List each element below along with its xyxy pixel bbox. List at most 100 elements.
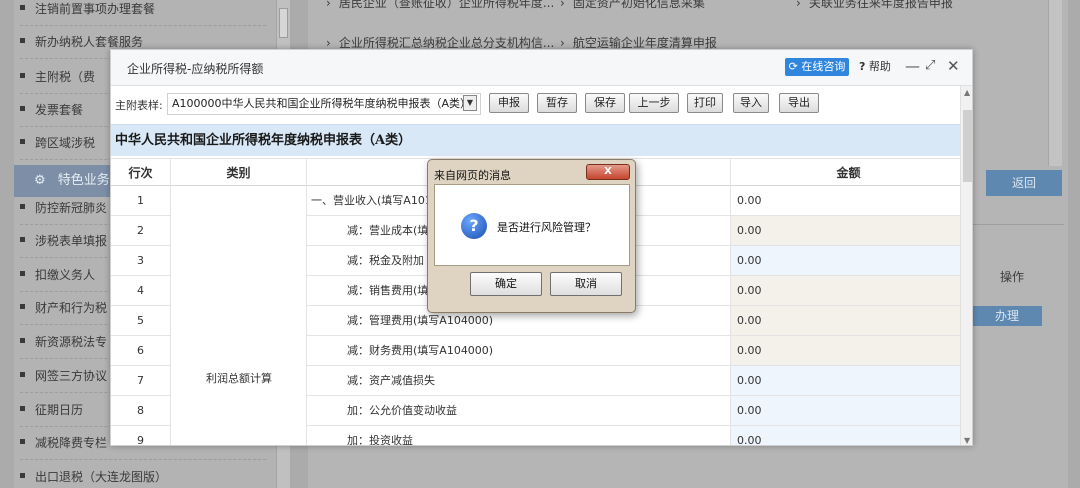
special-icon: ⚙ bbox=[34, 173, 46, 188]
sidebar-item-label: 出口退税（大连龙图版） bbox=[35, 470, 168, 484]
amount-input[interactable]: 0.00 bbox=[731, 396, 960, 426]
maximize-icon[interactable]: ⤢ bbox=[925, 56, 935, 76]
temp-save-button[interactable]: 暂存 bbox=[537, 93, 577, 113]
row-item-name: 减：财务费用(填写A104000) bbox=[307, 336, 731, 366]
form-select[interactable]: A100000中华人民共和国企业所得税年度纳税申报表（A类） bbox=[167, 93, 481, 115]
amount-input[interactable]: 0.00 bbox=[731, 246, 960, 276]
dialog-message: 是否进行风险管理？ bbox=[497, 221, 596, 234]
row-number: 8 bbox=[111, 396, 171, 426]
scroll-up-icon[interactable]: ▲ bbox=[964, 88, 970, 97]
help-label: 帮助 bbox=[868, 60, 891, 73]
sidebar-item-label: 注销前置事项办理套餐 bbox=[35, 2, 156, 16]
amount-input[interactable]: 0.00 bbox=[731, 336, 960, 366]
confirm-dialog: 来自网页的消息 X ? 是否进行风险管理？ 确定 取消 bbox=[427, 159, 636, 313]
form-select-label: 主附表样: bbox=[115, 99, 163, 112]
save-button[interactable]: 保存 bbox=[585, 93, 625, 113]
sidebar-item-label: 发票套餐 bbox=[35, 103, 84, 117]
import-button[interactable]: 导入 bbox=[733, 93, 769, 113]
sidebar-item-label: 财产和行为税 bbox=[35, 301, 108, 315]
link-item[interactable]: 关联业务往来年度报告申报 bbox=[796, 0, 953, 11]
link-item[interactable]: 居民企业（查账征收）企业所得税年度... bbox=[326, 0, 554, 11]
row-number: 4 bbox=[111, 276, 171, 306]
sidebar-item[interactable]: 发票套餐 bbox=[20, 95, 83, 125]
window-scrollbar[interactable]: ▲ ▼ bbox=[960, 86, 972, 445]
online-consult-label: 在线咨询 bbox=[801, 60, 846, 73]
link-item[interactable]: 固定资产初始化信息采集 bbox=[560, 0, 705, 11]
question-icon: ? bbox=[859, 60, 866, 73]
bullet-icon bbox=[20, 372, 25, 377]
dialog-close-button[interactable]: X bbox=[586, 164, 630, 180]
print-button[interactable]: 打印 bbox=[687, 93, 723, 113]
row-number: 1 bbox=[111, 186, 171, 216]
sidebar-item[interactable]: 涉税表单填报 bbox=[20, 226, 107, 256]
back-button[interactable]: 返回 bbox=[986, 170, 1062, 196]
sidebar-item-label: 新办纳税人套餐服务 bbox=[35, 35, 144, 49]
bullet-icon bbox=[20, 73, 25, 78]
ok-button[interactable]: 确定 bbox=[470, 272, 542, 296]
sidebar-item[interactable]: 跨区域涉税 bbox=[20, 128, 95, 158]
dialog-footer: 确定 取消 bbox=[434, 266, 630, 306]
scroll-down-icon[interactable]: ▼ bbox=[964, 436, 970, 445]
declare-button[interactable]: 申报 bbox=[489, 93, 529, 113]
sidebar-item[interactable]: 新资源税法专 bbox=[20, 327, 107, 357]
amount-input[interactable]: 0.00 bbox=[731, 306, 960, 336]
online-consult-button[interactable]: ⟳ 在线咨询 bbox=[785, 58, 849, 76]
bullet-icon bbox=[20, 473, 25, 478]
amount-input[interactable]: 0.00 bbox=[731, 186, 960, 216]
header-row-no: 行次 bbox=[111, 159, 171, 187]
sidebar-separator bbox=[20, 25, 266, 26]
report-title: 中华人民共和国企业所得税年度纳税申报表（A类） bbox=[111, 124, 960, 156]
sidebar-item-label: 主附税（费 bbox=[35, 70, 96, 84]
window-titlebar: 企业所得税-应纳税所得额 ⟳ 在线咨询 ? 帮助 — ⤢ ✕ bbox=[111, 50, 972, 86]
help-button[interactable]: ? 帮助 bbox=[859, 58, 899, 76]
chevron-down-icon[interactable]: ▼ bbox=[463, 95, 477, 111]
sidebar-item[interactable]: 征期日历 bbox=[20, 395, 83, 425]
header-category: 类别 bbox=[171, 159, 307, 187]
sidebar-item[interactable]: 主附税（费 bbox=[20, 62, 95, 92]
sidebar-item[interactable]: 减税降费专栏 bbox=[20, 428, 107, 458]
sidebar-item[interactable]: 防控新冠肺炎 bbox=[20, 193, 107, 223]
window-scroll-thumb[interactable] bbox=[963, 110, 972, 182]
sidebar-item[interactable]: 扣缴义务人 bbox=[20, 260, 95, 290]
sidebar-scroll-thumb[interactable] bbox=[279, 8, 288, 38]
amount-input[interactable]: 0.00 bbox=[731, 276, 960, 306]
amount-input[interactable]: 0.00 bbox=[731, 216, 960, 246]
main-scrollbar[interactable] bbox=[1048, 0, 1062, 166]
row-item-name: 加：公允价值变动收益 bbox=[307, 396, 731, 426]
sidebar-item-label: 跨区域涉税 bbox=[35, 136, 96, 150]
dialog-body: ? 是否进行风险管理？ bbox=[434, 184, 630, 266]
sidebar-item[interactable]: 网签三方协议 bbox=[20, 361, 107, 391]
sidebar-item-label: 扣缴义务人 bbox=[35, 268, 96, 282]
header-amount: 金额 bbox=[836, 166, 861, 180]
bullet-icon bbox=[20, 271, 25, 276]
cancel-button[interactable]: 取消 bbox=[550, 272, 622, 296]
bullet-icon bbox=[20, 406, 25, 411]
export-button[interactable]: 导出 bbox=[779, 93, 819, 113]
row-number: 6 bbox=[111, 336, 171, 366]
category-label: 利润总额计算 bbox=[206, 372, 272, 385]
close-icon[interactable]: ✕ bbox=[947, 56, 960, 76]
handle-button[interactable]: 办理 bbox=[972, 306, 1042, 326]
minimize-icon[interactable]: — bbox=[905, 56, 920, 76]
bullet-icon bbox=[20, 304, 25, 309]
row-number: 7 bbox=[111, 366, 171, 396]
dialog-title: 来自网页的消息 bbox=[434, 169, 511, 182]
bullet-icon bbox=[20, 5, 25, 10]
row-item-name: 减：资产减值损失 bbox=[307, 366, 731, 396]
category-cell: 利润总额计算 bbox=[171, 186, 307, 445]
row-number: 2 bbox=[111, 216, 171, 246]
previous-step-button[interactable]: 上一步 bbox=[629, 93, 679, 113]
bullet-icon bbox=[20, 237, 25, 242]
sidebar-item[interactable]: 财产和行为税 bbox=[20, 293, 107, 323]
amount-input[interactable]: 0.00 bbox=[731, 366, 960, 396]
sidebar-item-label: 涉税表单填报 bbox=[35, 234, 108, 248]
close-icon: X bbox=[604, 166, 612, 177]
row-item-name: 加：投资收益 bbox=[307, 426, 731, 445]
bullet-icon bbox=[20, 139, 25, 144]
amount-input[interactable]: 0.00 bbox=[731, 426, 960, 445]
sidebar-item[interactable]: 出口退税（大连龙图版） bbox=[20, 462, 167, 488]
sidebar-special-label: 特色业务 bbox=[57, 173, 110, 188]
sidebar-item[interactable]: 注销前置事项办理套餐 bbox=[20, 0, 155, 24]
question-icon: ? bbox=[461, 213, 487, 239]
bullet-icon bbox=[20, 204, 25, 209]
